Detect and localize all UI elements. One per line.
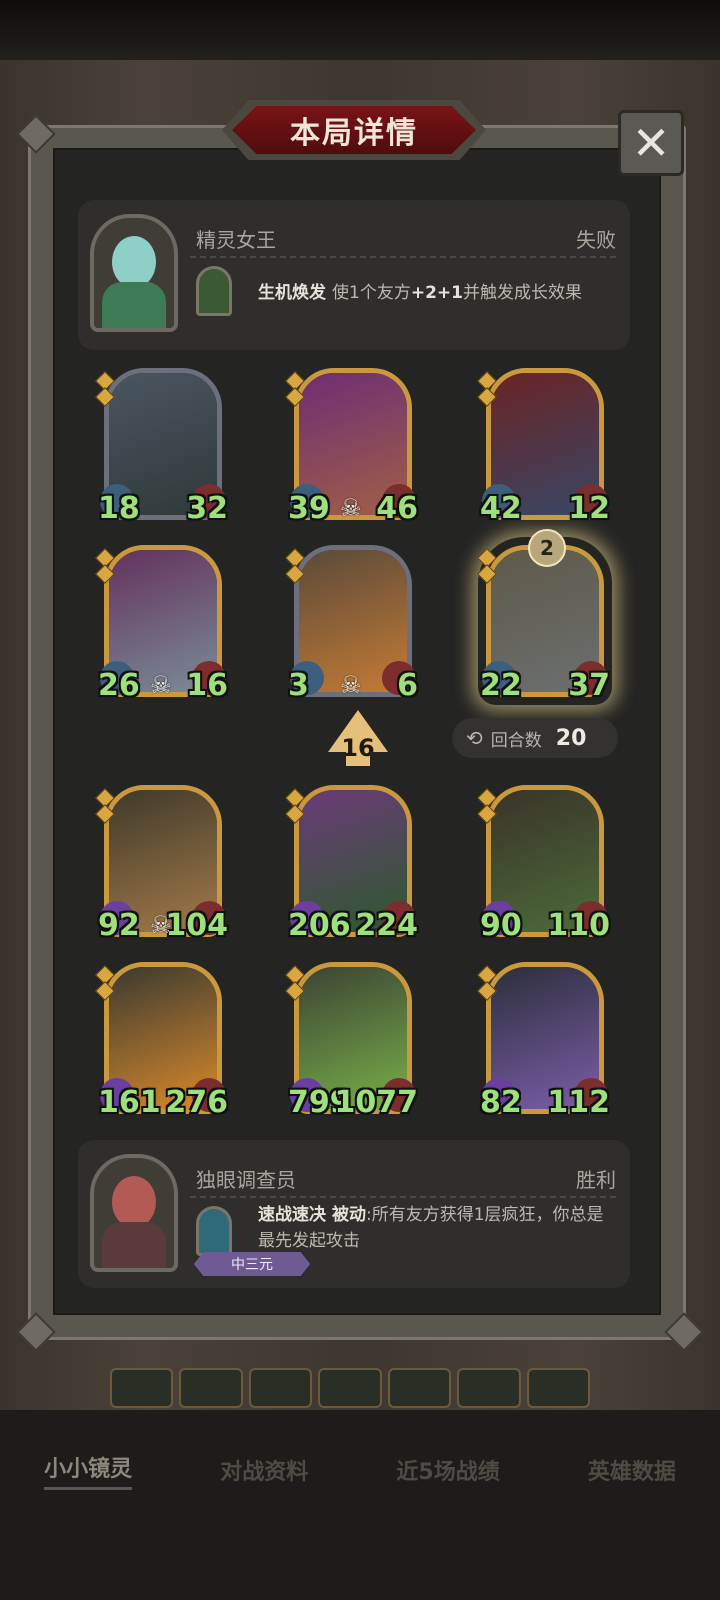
skill-icon[interactable]: [196, 266, 232, 316]
portrait-face: [112, 236, 156, 288]
card-health: 12: [568, 491, 610, 526]
portrait-body: [102, 282, 166, 328]
card-health: 37: [568, 668, 610, 703]
skull-icon: ☠: [150, 671, 172, 699]
card-attack: 90: [480, 908, 522, 943]
hero-portrait-one-eyed-investigator[interactable]: [90, 1154, 178, 1272]
minion-card[interactable]: 92 104 ☠: [95, 785, 228, 945]
card-attack: 22: [480, 668, 522, 703]
minion-card[interactable]: 26 16 ☠: [95, 545, 228, 705]
rounds-value: 20: [555, 725, 587, 751]
star-pips: [477, 788, 497, 824]
star-pips: [285, 371, 305, 407]
star-pips: [95, 371, 115, 407]
skill-type: 被动: [332, 1205, 366, 1225]
player-hero-name: 独眼调查员: [196, 1168, 296, 1192]
tab-hero-data[interactable]: 英雄数据: [588, 1454, 676, 1486]
card-attack: 39: [288, 491, 330, 526]
minion-card[interactable]: 18 32: [95, 368, 228, 528]
divider: [190, 256, 616, 258]
card-attack: 18: [98, 491, 140, 526]
divider: [190, 1196, 616, 1198]
bottom-tabs: 小小镜灵 对战资料 近5场战绩 英雄数据: [0, 1440, 720, 1500]
skill-desc-post: 并触发成长效果: [462, 283, 582, 303]
star-pips: [477, 965, 497, 1001]
card-health: 1077: [334, 1085, 419, 1120]
card-health: 16: [186, 668, 228, 703]
skull-icon: ☠: [340, 494, 362, 522]
star-pips: [95, 965, 115, 1001]
card-health: 276: [165, 1085, 228, 1120]
minion-card[interactable]: 82 112: [477, 962, 610, 1122]
skill-name: 生机焕发: [258, 283, 326, 303]
background-card-strip: [110, 1368, 590, 1408]
minion-card[interactable]: 42 12: [477, 368, 610, 528]
minion-card[interactable]: 206 224: [285, 785, 418, 945]
portrait-body: [102, 1222, 166, 1268]
star-pips: [285, 788, 305, 824]
opponent-skill-text: 生机焕发 使1个友方+2+1并触发成长效果: [258, 280, 618, 306]
card-attack: 42: [480, 491, 522, 526]
rounds-counter: ⟲ 回合数 20: [452, 718, 618, 758]
portrait-face: [112, 1176, 156, 1228]
tab-battle-info[interactable]: 对战资料: [220, 1454, 308, 1486]
rounds-label: 回合数: [490, 730, 542, 751]
minion-card[interactable]: 799 1077: [285, 962, 418, 1122]
card-health: 110: [547, 908, 610, 943]
opponent-hero-name: 精灵女王: [196, 228, 276, 252]
minion-card[interactable]: 39 46 ☠: [285, 368, 418, 528]
skill-desc-bold: +2+1: [410, 283, 463, 303]
player-title-tag: 中三元: [194, 1252, 310, 1276]
card-health: 104: [165, 908, 228, 943]
card-attack: 26: [98, 668, 140, 703]
star-pips: [477, 548, 497, 584]
minion-card[interactable]: 90 110: [477, 785, 610, 945]
card-attack: 3: [288, 668, 309, 703]
player-info-panel: 独眼调查员 胜利 速战速决 被动:所有友方获得1层疯狂，你总是最先发起攻击 中三元: [78, 1140, 630, 1288]
star-pips: [477, 371, 497, 407]
card-attack: 92: [98, 908, 140, 943]
card-health: 46: [376, 491, 418, 526]
close-icon: ✕: [631, 116, 671, 170]
tab-recent-5-battles[interactable]: 近5场战绩: [396, 1454, 499, 1486]
player-skill-text: 速战速决 被动:所有友方获得1层疯狂，你总是最先发起攻击: [258, 1202, 618, 1254]
modal-title: 本局详情: [232, 106, 476, 154]
minion-card[interactable]: 161 276: [95, 962, 228, 1122]
card-health: 32: [186, 491, 228, 526]
skull-icon: ☠: [340, 671, 362, 699]
card-health: 224: [355, 908, 418, 943]
skill-desc-pre: 使1个友方: [332, 283, 411, 303]
card-attack: 161: [98, 1085, 161, 1120]
card-attack: 206: [288, 908, 351, 943]
star-pips: [285, 965, 305, 1001]
hero-portrait-elf-queen[interactable]: [90, 214, 178, 332]
star-pips: [95, 548, 115, 584]
skill-name: 速战速决: [258, 1205, 326, 1225]
star-pips: [95, 788, 115, 824]
level-badge: 2: [528, 529, 566, 567]
card-attack: 82: [480, 1085, 522, 1120]
modal-title-text: 本局详情: [290, 116, 418, 151]
card-health: 6: [397, 668, 418, 703]
skill-icon[interactable]: [196, 1206, 232, 1256]
rounds-icon: ⟲: [466, 726, 483, 750]
turn-arrow-value: 16: [341, 734, 375, 762]
close-button[interactable]: ✕: [618, 110, 684, 176]
player-result: 胜利: [576, 1168, 616, 1192]
card-health: 112: [547, 1085, 610, 1120]
bottom-panel: [0, 1410, 720, 1600]
tab-little-mirror[interactable]: 小小镜灵: [44, 1451, 133, 1490]
skull-icon: ☠: [150, 911, 172, 939]
opponent-result: 失败: [576, 228, 616, 252]
star-pips: [285, 548, 305, 584]
minion-card[interactable]: 3 6 ☠: [285, 545, 418, 705]
opponent-info-panel: 精灵女王 失败 生机焕发 使1个友方+2+1并触发成长效果: [78, 200, 630, 350]
minion-card[interactable]: 22 37 2: [477, 529, 610, 705]
